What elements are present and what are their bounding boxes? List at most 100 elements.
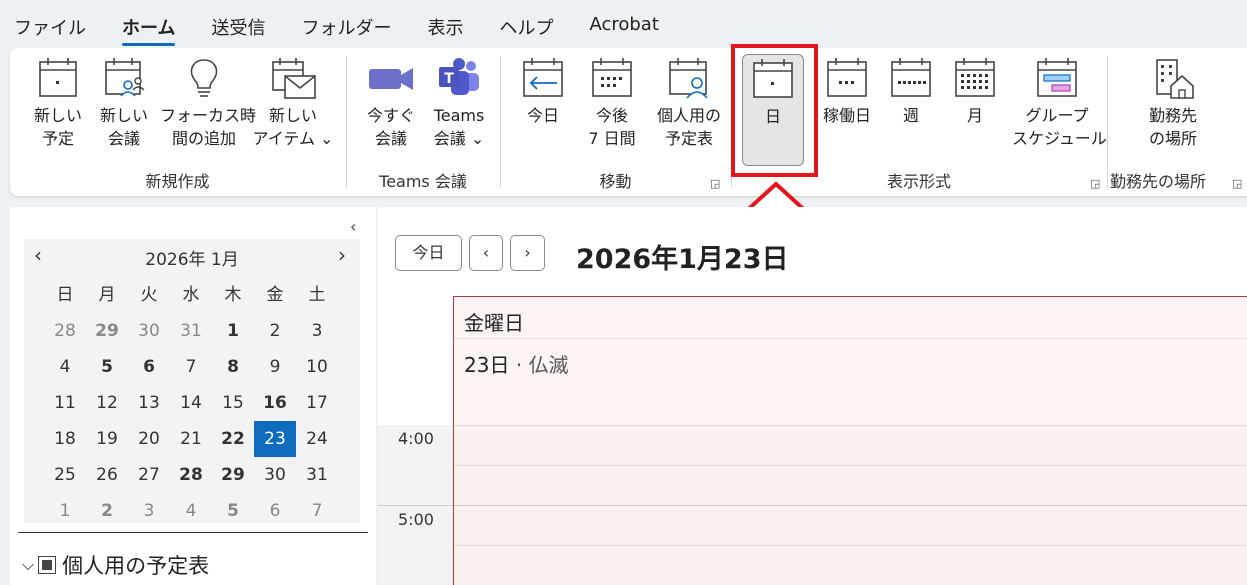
dialog-launcher-icon[interactable]: ◲ (710, 178, 722, 190)
date-cell[interactable]: 29 (212, 457, 254, 493)
date-cell[interactable]: 3 (296, 313, 338, 349)
lightbulb-icon (190, 59, 218, 97)
svg-text:T: T (444, 71, 454, 87)
group-schedule-icon (1037, 58, 1077, 97)
chevron-left-icon: ‹ (482, 243, 490, 262)
calendar-list-header[interactable]: ⌵ 個人用の予定表 (22, 550, 209, 580)
date-cell[interactable]: 2 (254, 313, 296, 349)
personal-calendar-button[interactable]: 個人用の 予定表 (651, 56, 727, 150)
work-week-icon (827, 58, 867, 97)
date-cell[interactable]: 31 (170, 313, 212, 349)
next-day-button[interactable]: › (510, 235, 545, 271)
date-cell[interactable]: 20 (128, 421, 170, 457)
meet-now-button[interactable]: 今すぐ 会議 (361, 56, 421, 150)
selected-date-cell[interactable]: 23 (254, 421, 296, 457)
month-view-button[interactable]: 月 (946, 56, 1004, 127)
date-cell[interactable]: 4 (170, 493, 212, 529)
date-cell[interactable]: 17 (296, 385, 338, 421)
calendar-checkbox[interactable] (38, 556, 57, 574)
date-cell[interactable]: 3 (128, 493, 170, 529)
date-cell[interactable]: 16 (254, 385, 296, 421)
group-move: 今日 今後 7 日間 個人用の 予定表 移動 ◲ (501, 48, 730, 196)
date-cell[interactable]: 5 (212, 493, 254, 529)
work-week-view-button[interactable]: 稼働日 (818, 56, 876, 127)
navigation-pane: ‹ ‹ 2026年 1月 › 日月火水木金土 28 29 30 31 1 2 3 4 5 6 7 8 9 1… (10, 207, 376, 585)
date-cell[interactable]: 25 (44, 457, 86, 493)
date-cell[interactable]: 18 (44, 421, 86, 457)
date-cell[interactable]: 27 (128, 457, 170, 493)
menu-view[interactable]: 表示 (427, 14, 463, 40)
week-view-button[interactable]: 週 (882, 56, 940, 127)
date-cell[interactable]: 1 (212, 313, 254, 349)
gutter-line (378, 505, 454, 506)
week-ahead-icon (592, 58, 632, 97)
weekday-header: 木 (224, 285, 242, 305)
date-cell[interactable]: 8 (212, 349, 254, 385)
date-cell[interactable]: 1 (44, 493, 86, 529)
date-cell[interactable]: 2 (86, 493, 128, 529)
date-cell[interactable]: 19 (86, 421, 128, 457)
date-cell[interactable]: 7 (170, 349, 212, 385)
slot-line (454, 545, 1247, 546)
menu-file[interactable]: ファイル (14, 14, 86, 40)
date-cell[interactable]: 26 (86, 457, 128, 493)
menu-help[interactable]: ヘルプ (499, 14, 553, 40)
divider (18, 532, 368, 533)
date-cell[interactable]: 6 (128, 349, 170, 385)
date-cell[interactable]: 21 (170, 421, 212, 457)
collapse-pane-icon[interactable]: ‹ (350, 217, 356, 236)
weekday-header: 金 (266, 285, 284, 305)
menu-bar: ファイル ホーム 送受信 フォルダー 表示 ヘルプ Acrobat (0, 0, 1247, 48)
new-items-button[interactable]: 新しい アイテム ⌄ (252, 56, 334, 150)
ribbon: 新しい 予定 新しい 会議 フォーカス時 間の追加 新しい アイテム ⌄ 新規作… (10, 48, 1247, 196)
group-label-workplace: 勤務先の場所 (1110, 172, 1207, 191)
date-cell[interactable]: 30 (128, 313, 170, 349)
next-month-icon[interactable]: › (338, 243, 346, 267)
date-cell[interactable]: 14 (170, 385, 212, 421)
group-schedule-button[interactable]: グループ スケジュール (1012, 56, 1107, 150)
menu-send-receive[interactable]: 送受信 (211, 14, 265, 40)
group-teams: 今すぐ 会議 T Teams 会議 ⌄ Teams 会議 (347, 48, 499, 196)
menu-folder[interactable]: フォルダー (301, 14, 391, 40)
date-cell[interactable]: 4 (44, 349, 86, 385)
date-cell[interactable]: 28 (44, 313, 86, 349)
calendar-section-label: 個人用の予定表 (62, 554, 210, 578)
slot-line (454, 505, 1247, 506)
group-label-teams: Teams 会議 (379, 172, 467, 191)
calendar-icon (39, 58, 77, 97)
work-location-button[interactable]: 勤務先 の場所 (1138, 56, 1208, 150)
date-cell[interactable]: 5 (86, 349, 128, 385)
date-cell[interactable]: 31 (296, 457, 338, 493)
prev-day-button[interactable]: ‹ (469, 235, 503, 271)
date-cell[interactable]: 15 (212, 385, 254, 421)
date-cell[interactable]: 11 (44, 385, 86, 421)
date-cell[interactable]: 22 (212, 421, 254, 457)
date-cell[interactable]: 24 (296, 421, 338, 457)
go-today-button[interactable]: 今日 (395, 235, 462, 271)
dialog-launcher-icon[interactable]: ◲ (1232, 178, 1244, 190)
day-header[interactable]: 金曜日 23日 · 仏滅 (453, 296, 1247, 425)
date-cell[interactable]: 28 (170, 457, 212, 493)
date-cell[interactable]: 13 (128, 385, 170, 421)
today-button[interactable]: 今日 (517, 56, 569, 127)
next-7-days-button[interactable]: 今後 7 日間 (579, 56, 645, 150)
time-label: 4:00 (398, 429, 434, 448)
teams-meeting-button[interactable]: T Teams 会議 ⌄ (427, 56, 491, 150)
date-cell[interactable]: 10 (296, 349, 338, 385)
menu-acrobat[interactable]: Acrobat (589, 14, 658, 35)
month-icon (955, 58, 995, 97)
time-slots[interactable] (454, 425, 1247, 585)
date-cell[interactable]: 6 (254, 493, 296, 529)
date-cell[interactable]: 29 (86, 313, 128, 349)
date-cell[interactable]: 12 (86, 385, 128, 421)
weekday-header: 火 (140, 285, 158, 305)
date-cell[interactable]: 9 (254, 349, 296, 385)
weekday-header: 水 (182, 285, 200, 305)
date-cell[interactable]: 30 (254, 457, 296, 493)
dialog-launcher-icon[interactable]: ◲ (1090, 178, 1102, 190)
menu-home[interactable]: ホーム (122, 14, 176, 46)
add-focus-time-button[interactable]: フォーカス時 間の追加 (160, 56, 256, 150)
new-meeting-button[interactable]: 新しい 会議 (94, 56, 154, 150)
new-appointment-button[interactable]: 新しい 予定 (28, 56, 88, 150)
date-cell[interactable]: 7 (296, 493, 338, 529)
